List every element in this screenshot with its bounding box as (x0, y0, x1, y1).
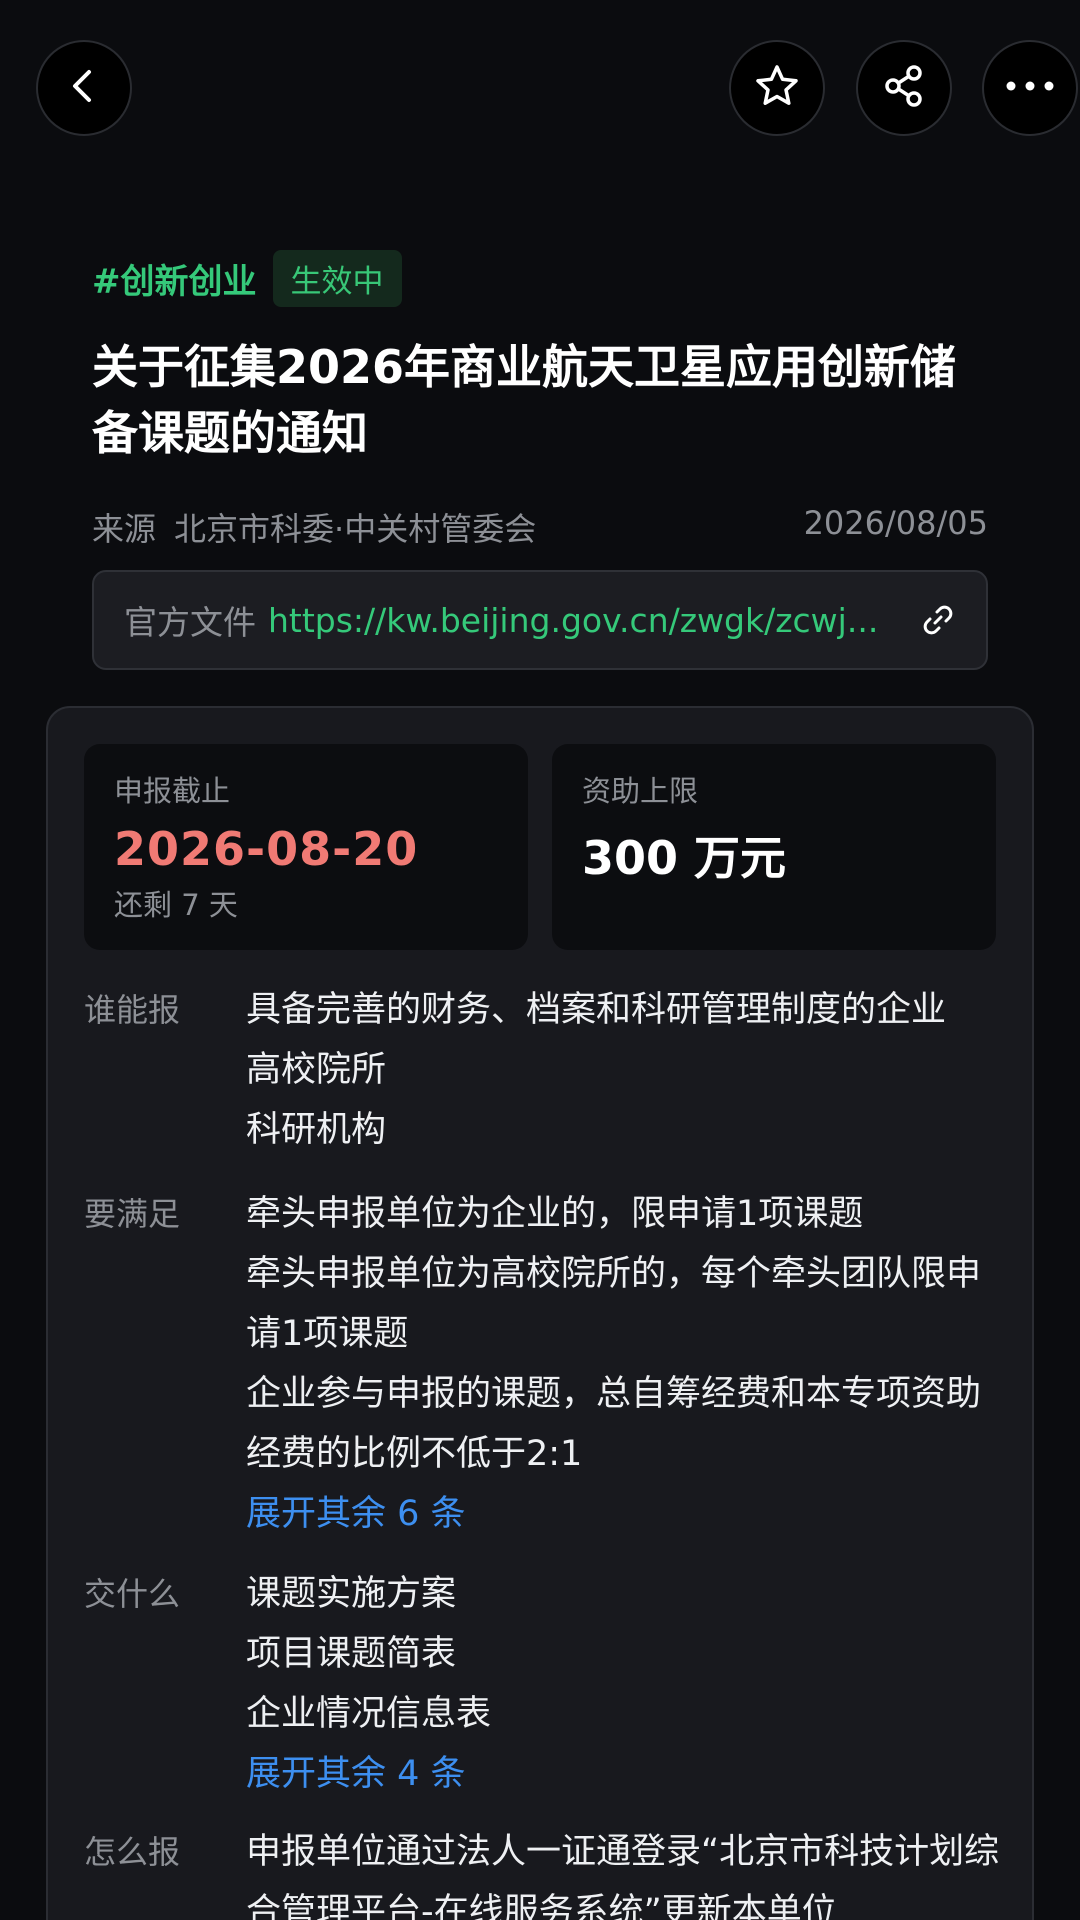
source-info: 来源 北京市科委·中关村管委会 (92, 504, 536, 550)
section-body: 申报单位通过法人一证通登录“北京市科技计划综合管理平台-在线服务系统”更新本单位 (246, 1832, 1000, 1920)
favorite-button[interactable] (729, 40, 825, 136)
funding-stat: 资助上限 300 万元 (552, 744, 996, 950)
list-item: 牵头申报单位为企业的，限申请1项课题 (246, 1194, 864, 1234)
list-item: 牵头申报单位为高校院所的，每个牵头团队限申请1项课题 (246, 1254, 982, 1354)
funding-label: 资助上限 (582, 774, 699, 808)
source-row: 来源 北京市科委·中关村管委会 2026/08/05 (92, 504, 988, 550)
doc-url[interactable]: https://kw.beijing.gov.cn/zwgk/zcwj... (268, 601, 896, 640)
policy-detail-page: #创新创业 生效中 关于征集2026年商业航天卫星应用创新储备课题的通知 来源北… (0, 0, 1080, 1920)
status-badge: 生效中 (272, 250, 402, 307)
list-item: 项目课题简表 (246, 1634, 457, 1674)
section-label: 怎么报 (84, 1833, 181, 1871)
list-item: 企业情况信息表 (246, 1694, 492, 1734)
section-body: 牵头申报单位为企业的，限申请1项课题 牵头申报单位为高校院所的，每个牵头团队限申… (246, 1184, 1014, 1544)
more-icon (1003, 78, 1057, 98)
section-label: 谁能报 (84, 991, 181, 1029)
list-item: 高校院所 (246, 1050, 387, 1090)
section-label: 要满足 (84, 1195, 181, 1233)
list-item: 课题实施方案 (246, 1574, 457, 1614)
publish-date: 2026/08/05 (803, 504, 988, 542)
more-button[interactable] (982, 40, 1078, 136)
funding-value: 300 万元 (582, 831, 787, 885)
tag-row: #创新创业 生效中 (92, 250, 402, 307)
expand-documents-link[interactable]: 展开其余 4 条 (246, 1744, 1014, 1804)
section-body: 课题实施方案 项目课题简表 企业情况信息表 展开其余 4 条 (246, 1564, 1014, 1804)
list-item: 科研机构 (246, 1110, 387, 1150)
source-label: 来源 (92, 510, 157, 548)
doc-label: 官方文件 (124, 603, 256, 642)
days-remaining: 还剩 7 天 (114, 888, 238, 922)
section-how-to-apply: 怎么报 申报单位通过法人一证通登录“北京市科技计划综合管理平台-在线服务系统”更… (84, 1822, 1014, 1920)
list-item: 具备完善的财务、档案和科研管理制度的企业 (246, 990, 947, 1030)
section-label: 交什么 (84, 1575, 181, 1613)
chevron-left-icon (64, 66, 104, 110)
deadline-value: 2026-08-20 (114, 822, 419, 876)
list-item: 企业参与申报的课题，总自筹经费和本专项资助经费的比例不低于2:1 (246, 1374, 982, 1474)
source-value: 北京市科委·中关村管委会 (174, 510, 537, 548)
link-icon[interactable] (920, 602, 956, 638)
official-document-link[interactable]: 官方文件 https://kw.beijing.gov.cn/zwgk/zcwj… (92, 570, 988, 670)
page-title: 关于征集2026年商业航天卫星应用创新储备课题的通知 (92, 340, 957, 460)
section-documents: 交什么 课题实施方案 项目课题简表 企业情况信息表 展开其余 4 条 (84, 1564, 1014, 1804)
share-icon (880, 62, 928, 114)
expand-requirements-link[interactable]: 展开其余 6 条 (246, 1484, 1014, 1544)
deadline-stat: 申报截止 2026-08-20 还剩 7 天 (84, 744, 528, 950)
star-icon (753, 62, 801, 114)
section-requirements: 要满足 牵头申报单位为企业的，限申请1项课题 牵头申报单位为高校院所的，每个牵头… (84, 1184, 1014, 1544)
category-hashtag[interactable]: #创新创业 (92, 254, 257, 303)
deadline-label: 申报截止 (114, 774, 231, 808)
section-body: 具备完善的财务、档案和科研管理制度的企业 高校院所 科研机构 (246, 980, 1014, 1160)
section-eligibility: 谁能报 具备完善的财务、档案和科研管理制度的企业 高校院所 科研机构 (84, 980, 1014, 1160)
share-button[interactable] (856, 40, 952, 136)
back-button[interactable] (36, 40, 132, 136)
